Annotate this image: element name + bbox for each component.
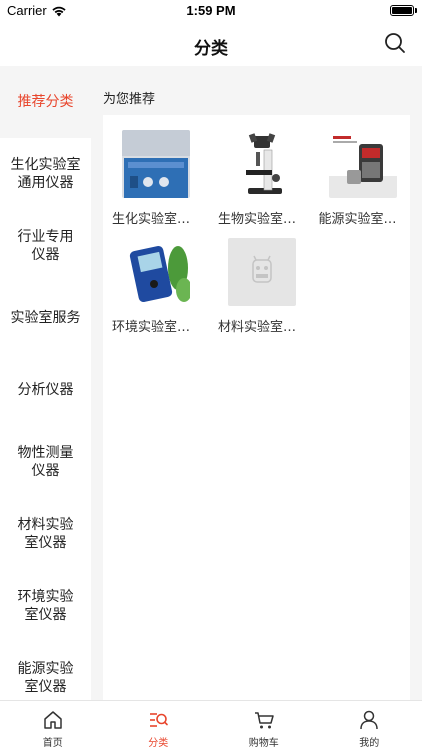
energy-instrument-photo [328, 130, 397, 198]
sidebar-item-label: 能源实验室仪器 [17, 661, 74, 695]
sidebar-item-energy[interactable]: 能源实验室仪器 [0, 642, 91, 700]
battery-tip [415, 8, 417, 13]
sidebar-item-label: 分析仪器 [17, 382, 74, 398]
grid-item-label: 生化实验室通用仪器 [112, 212, 200, 227]
sidebar-item-analysis[interactable]: 分析仪器 [0, 354, 91, 426]
sidebar-item-label: 物性测量仪器 [17, 445, 74, 479]
category-icon [150, 713, 169, 727]
grid-item[interactable]: 能源实验室仪器 [315, 130, 410, 238]
section-title: 为您推荐 [103, 92, 156, 107]
sidebar-item-label: 生化实验室通用仪器 [10, 157, 81, 191]
tab-profile[interactable]: 我的 [317, 701, 422, 750]
battery-icon [390, 5, 414, 16]
home-icon [44, 711, 62, 729]
microscope-photo [228, 130, 296, 198]
tab-label: 购物车 [248, 738, 279, 749]
lab-instrument-photo [122, 130, 190, 198]
status-time: 1:59 PM [186, 3, 236, 18]
grid-item-label: 材料实验室仪器 [218, 320, 306, 335]
recommend-panel: 生化实验室通用仪器 生物实验室仪器 [103, 115, 410, 700]
grid-item[interactable]: 生物实验室仪器 [209, 130, 315, 238]
sidebar-item-recommended[interactable]: 推荐分类 [0, 66, 91, 138]
tab-home[interactable]: 首页 [0, 701, 106, 750]
grid-item[interactable]: 环境实验室仪器 [103, 238, 209, 346]
tab-label: 分类 [148, 738, 169, 749]
sidebar-item-label: 行业专用仪器 [17, 229, 74, 263]
sidebar-item-industry[interactable]: 行业专用仪器 [0, 210, 91, 282]
content-area: 为您推荐 生化实验室通用仪器 [91, 66, 422, 700]
sidebar-item-environment[interactable]: 环境实验室仪器 [0, 570, 91, 642]
tab-label: 我的 [359, 738, 380, 749]
grid-item-label: 生物实验室仪器 [218, 212, 306, 227]
tab-category[interactable]: 分类 [106, 701, 212, 750]
grid-item-label: 能源实验室仪器 [318, 212, 407, 227]
sidebar-item-label: 实验室服务 [10, 310, 81, 326]
product-grid: 生化实验室通用仪器 生物实验室仪器 [103, 115, 410, 346]
handheld-meter-photo [122, 238, 190, 306]
sidebar-item-lab-service[interactable]: 实验室服务 [0, 282, 91, 354]
placeholder-image [228, 238, 296, 306]
sidebar-item-label: 材料实验室仪器 [17, 517, 74, 551]
sidebar-item-materials[interactable]: 材料实验室仪器 [0, 498, 91, 570]
cart-icon [254, 712, 274, 729]
sidebar-item-physical[interactable]: 物性测量仪器 [0, 426, 91, 498]
nav-bar: 分类 [0, 22, 422, 66]
tab-label: 首页 [42, 738, 63, 749]
tab-cart[interactable]: 购物车 [211, 701, 317, 750]
sidebar-item-label: 环境实验室仪器 [17, 589, 74, 623]
grid-item[interactable]: 生化实验室通用仪器 [103, 130, 209, 238]
sidebar-item-label: 推荐分类 [17, 94, 74, 110]
sidebar-item-biochem[interactable]: 生化实验室通用仪器 [0, 138, 91, 210]
user-icon [360, 710, 378, 730]
page-title: 分类 [194, 39, 228, 59]
tab-bar: 首页 分类 购物车 我的 [0, 700, 422, 750]
search-icon[interactable] [384, 32, 406, 54]
grid-item-label: 环境实验室仪器 [112, 320, 200, 335]
category-sidebar: 推荐分类 生化实验室通用仪器 行业专用仪器 实验室服务 分析仪器 物性测量仪器 … [0, 66, 91, 700]
status-bar: Carrier 1:59 PM [0, 0, 422, 22]
grid-item[interactable]: 材料实验室仪器 [209, 238, 315, 346]
